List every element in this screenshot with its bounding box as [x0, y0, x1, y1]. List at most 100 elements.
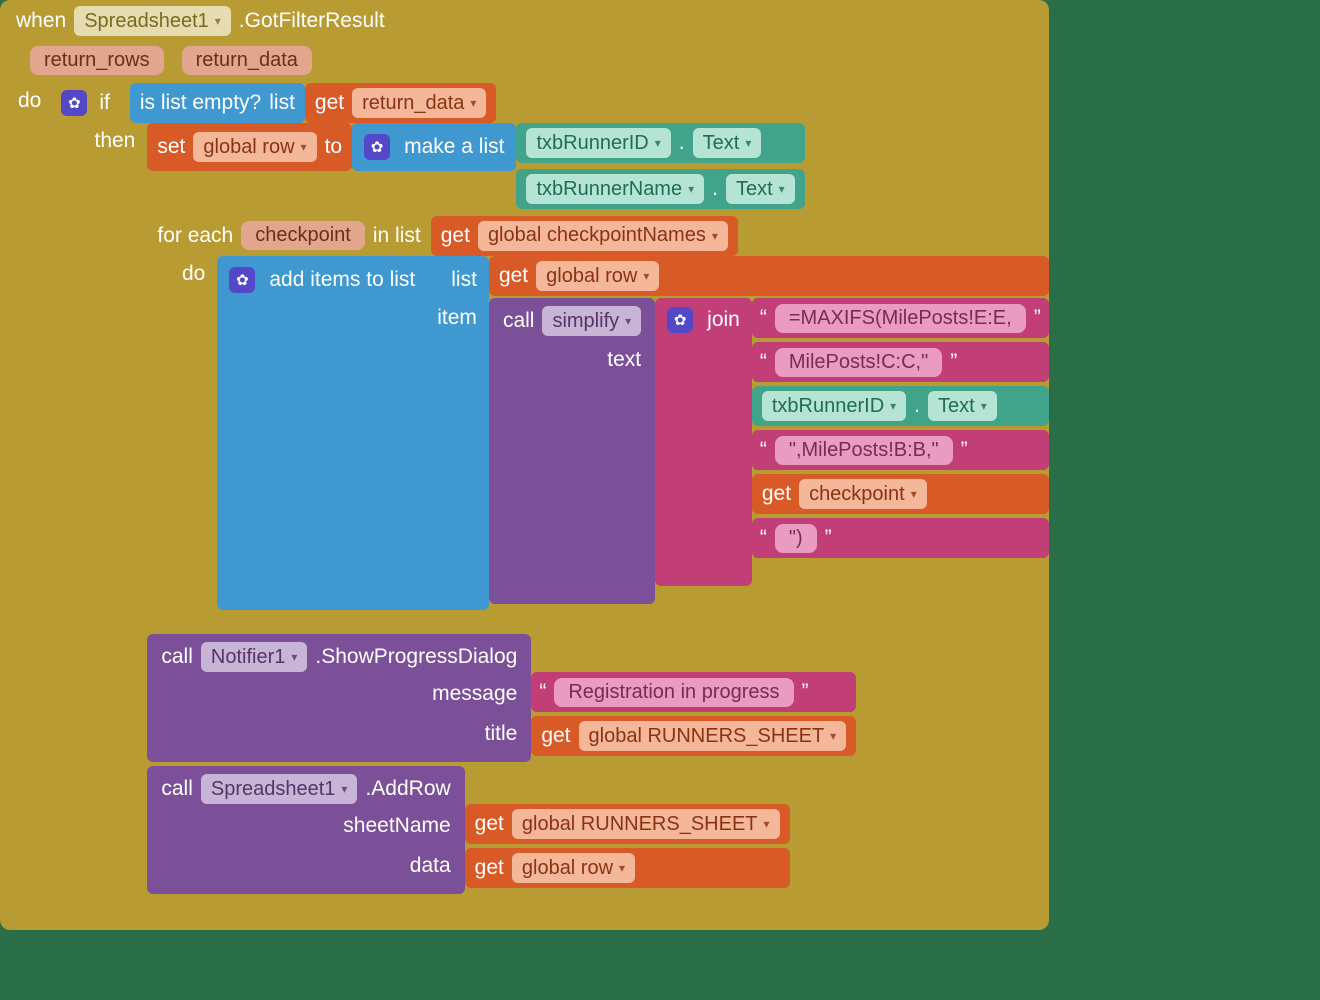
- lq: “: [760, 306, 767, 330]
- call-addrow-block[interactable]: call Spreadsheet1 .AddRow sheetName data: [147, 766, 1048, 894]
- txbrunnername-text[interactable]: txbRunnerName . Text: [516, 169, 804, 209]
- call-label: call: [161, 777, 193, 801]
- join-s6[interactable]: “ ") ”: [752, 518, 1049, 558]
- text-dropdown[interactable]: Text: [726, 174, 795, 204]
- rq: ”: [825, 526, 832, 550]
- event-when-block[interactable]: when Spreadsheet1 .GotFilterResult retur…: [0, 0, 1049, 930]
- do-label: do: [147, 256, 217, 292]
- runners-sheet-dropdown[interactable]: global RUNNERS_SHEET: [579, 721, 847, 751]
- checkpointnames-dropdown[interactable]: global checkpointNames: [478, 221, 728, 251]
- get-label: get: [315, 91, 344, 115]
- join-s4[interactable]: “ ",MilePosts!B:B," ”: [752, 430, 1049, 470]
- rq: ”: [1034, 306, 1041, 330]
- list-label: list: [269, 91, 295, 115]
- join-txbrunnerid[interactable]: txbRunnerID . Text: [752, 386, 1049, 426]
- join-s1[interactable]: “ =MAXIFS(MilePosts!E:E, ”: [752, 298, 1049, 338]
- text-dropdown[interactable]: Text: [693, 128, 762, 158]
- lq: “: [760, 350, 767, 374]
- param-return-data[interactable]: return_data: [182, 46, 312, 75]
- global-row-dropdown[interactable]: global row: [512, 853, 635, 883]
- global-row-dropdown[interactable]: global row: [536, 261, 659, 291]
- join-s2[interactable]: “ MilePosts!C:C," ”: [752, 342, 1049, 382]
- add-items-block[interactable]: add items to list list item: [217, 256, 1048, 610]
- simplify-dropdown[interactable]: simplify: [542, 306, 641, 336]
- dot-label: .: [914, 394, 920, 418]
- dot-label: .: [679, 131, 685, 155]
- gear-icon[interactable]: [667, 307, 693, 333]
- txbrunnername-dropdown[interactable]: txbRunnerName: [526, 174, 704, 204]
- text-dropdown[interactable]: Text: [928, 391, 997, 421]
- get-label: get: [475, 812, 504, 836]
- set-row-block[interactable]: set global row to make a list: [147, 123, 1048, 209]
- call-notifier-block[interactable]: call Notifier1 .ShowProgressDialog messa…: [147, 634, 1048, 762]
- call-simplify-block[interactable]: call simplify text: [489, 298, 655, 604]
- notifier-message[interactable]: “ Registration in progress ”: [531, 672, 856, 712]
- get-global-row-2[interactable]: get global row: [465, 848, 790, 888]
- txbrunnerid-dropdown[interactable]: txbRunnerID: [526, 128, 670, 158]
- rq: ”: [950, 350, 957, 374]
- notifier-dropdown[interactable]: Notifier1: [201, 642, 308, 672]
- return-data-dropdown[interactable]: return_data: [352, 88, 486, 118]
- foreach-var[interactable]: checkpoint: [241, 221, 365, 250]
- s1-text[interactable]: =MAXIFS(MilePosts!E:E,: [775, 304, 1026, 333]
- call-label: call: [161, 645, 193, 669]
- get-label: get: [441, 224, 470, 248]
- sheetname-arg-label: sheetName: [343, 814, 450, 838]
- lq: “: [539, 680, 546, 704]
- get-runners-sheet-2[interactable]: get global RUNNERS_SHEET: [465, 804, 790, 844]
- checkpoint-dropdown[interactable]: checkpoint: [799, 479, 927, 509]
- param-return-rows[interactable]: return_rows: [30, 46, 164, 75]
- get-label: get: [541, 724, 570, 748]
- spreadsheet-dropdown[interactable]: Spreadsheet1: [201, 774, 358, 804]
- component-dropdown[interactable]: Spreadsheet1: [74, 6, 231, 36]
- runners-sheet-dropdown[interactable]: global RUNNERS_SHEET: [512, 809, 780, 839]
- in-list-label: in list: [373, 224, 421, 248]
- gear-icon[interactable]: [229, 267, 255, 293]
- foreach-label: for each: [157, 224, 233, 248]
- make-a-list-label: make a list: [398, 135, 504, 159]
- get-checkpointnames[interactable]: get global checkpointNames: [431, 216, 738, 256]
- then-label: then: [51, 123, 147, 159]
- get-runners-sheet-1[interactable]: get global RUNNERS_SHEET: [531, 716, 856, 756]
- title-arg-label: title: [485, 722, 518, 746]
- event-params: return_rows return_data: [0, 42, 1049, 83]
- foreach-header: for each checkpoint in list get global c…: [147, 215, 1048, 256]
- lq: “: [760, 526, 767, 550]
- list-label: list: [451, 268, 477, 292]
- txbrunnerid-text[interactable]: txbRunnerID . Text: [516, 123, 804, 163]
- get-global-row[interactable]: get global row: [489, 256, 1049, 296]
- event-suffix: .GotFilterResult: [239, 9, 385, 33]
- get-checkpoint[interactable]: get checkpoint: [752, 474, 1049, 514]
- make-a-list-block[interactable]: make a list: [352, 123, 516, 171]
- txbrunnerid-dropdown[interactable]: txbRunnerID: [762, 391, 906, 421]
- to-label: to: [325, 135, 343, 159]
- if-block[interactable]: if is list empty? list get return_data: [51, 83, 1048, 908]
- call-label: call: [503, 309, 535, 333]
- set-label: set: [157, 135, 185, 159]
- s4-text[interactable]: ",MilePosts!B:B,": [775, 436, 953, 465]
- add-items-label: add items to list: [263, 268, 415, 292]
- join-label: join: [701, 308, 740, 332]
- item-label: item: [437, 298, 477, 330]
- if-header: if is list empty? list get return_data: [51, 83, 1048, 123]
- rq: ”: [802, 680, 809, 704]
- is-list-empty-block[interactable]: is list empty? list: [130, 83, 305, 123]
- if-label: if: [95, 91, 120, 115]
- rq: ”: [961, 438, 968, 462]
- gear-icon[interactable]: [364, 134, 390, 160]
- lq: “: [760, 438, 767, 462]
- addrow-method: .AddRow: [365, 777, 450, 801]
- notifier-method: .ShowProgressDialog: [315, 645, 517, 669]
- s2-text[interactable]: MilePosts!C:C,": [775, 348, 942, 377]
- get-return-data[interactable]: get return_data: [305, 83, 497, 123]
- foreach-block[interactable]: for each checkpoint in list get global c…: [147, 215, 1048, 624]
- message-arg-label: message: [432, 682, 517, 706]
- global-row-dropdown[interactable]: global row: [193, 132, 316, 162]
- join-block[interactable]: join: [655, 298, 752, 586]
- text-arg-label: text: [607, 338, 641, 372]
- data-arg-label: data: [410, 854, 451, 878]
- get-label: get: [499, 264, 528, 288]
- message-text[interactable]: Registration in progress: [554, 678, 793, 707]
- gear-icon[interactable]: [61, 90, 87, 116]
- s6-text[interactable]: "): [775, 524, 817, 553]
